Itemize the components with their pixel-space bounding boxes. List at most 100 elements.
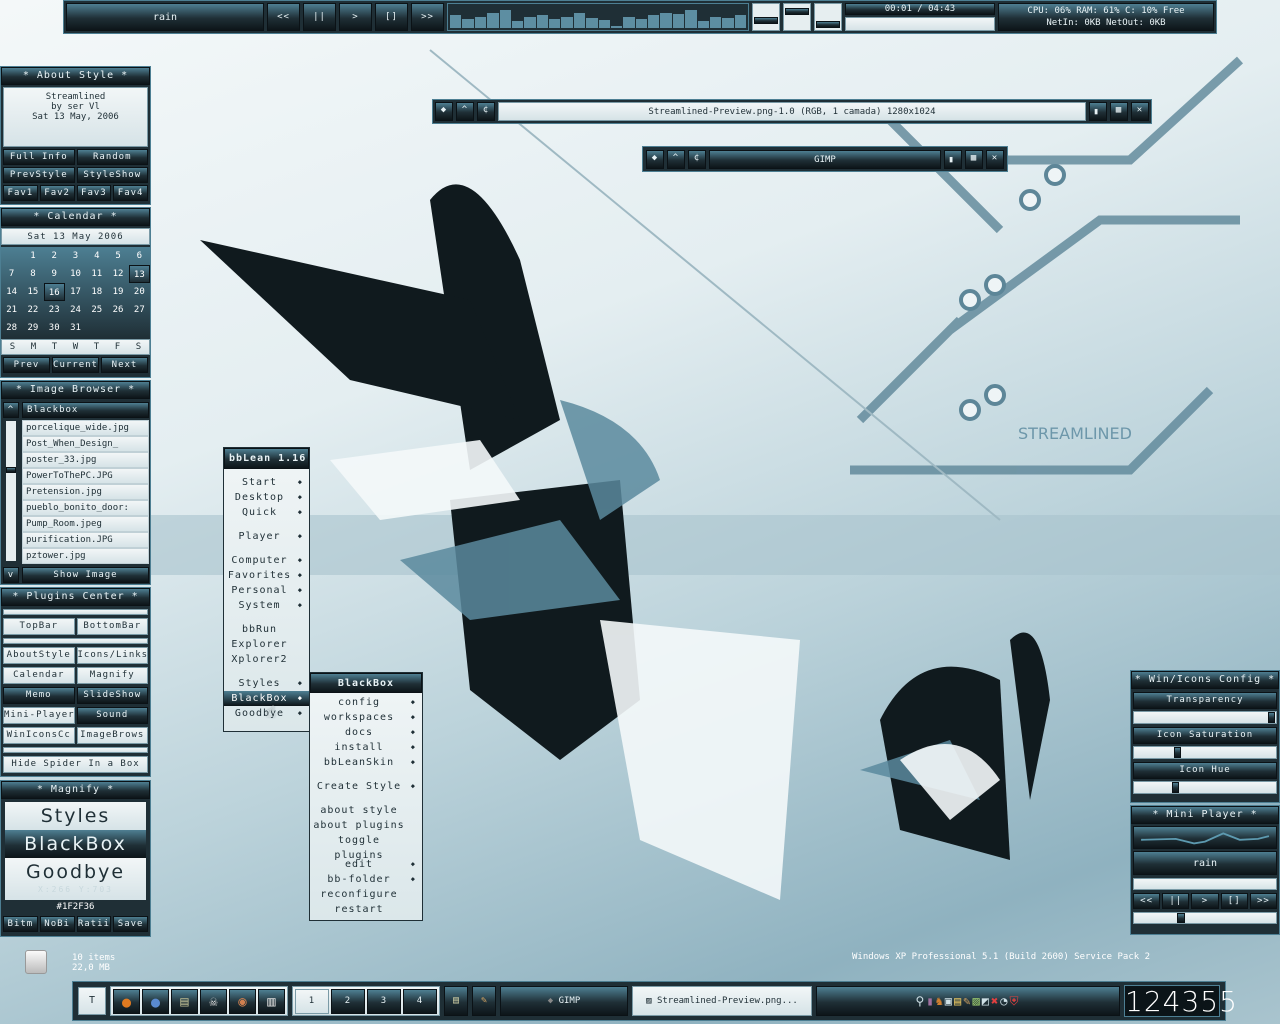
volume-slider[interactable] bbox=[814, 3, 842, 31]
calendar-day-31[interactable]: 31 bbox=[65, 319, 86, 337]
calendar-day-26[interactable]: 26 bbox=[107, 301, 128, 319]
plugin-imagebrows-button[interactable]: ImageBrows bbox=[76, 727, 148, 744]
menu-item-favorites[interactable]: Favorites ◆ bbox=[224, 568, 309, 583]
calendar-day-24[interactable]: 24 bbox=[65, 301, 86, 319]
menu-item-personal[interactable]: Personal ◆ bbox=[224, 583, 309, 598]
calendar-next-button[interactable]: Next bbox=[101, 357, 148, 373]
submenu-item-workspaces[interactable]: workspaces ◆ bbox=[310, 710, 422, 725]
plugin-calendar-button[interactable]: Calendar bbox=[3, 667, 75, 684]
calendar-day-1[interactable]: 1 bbox=[22, 247, 43, 265]
firefox-icon[interactable]: ● bbox=[113, 988, 140, 1014]
tray-folder-icon[interactable]: ▤ bbox=[444, 986, 468, 1016]
trash-icon[interactable] bbox=[25, 950, 47, 974]
tray-icon-chart[interactable]: ▨ bbox=[973, 994, 982, 1008]
folder-name[interactable]: Blackbox bbox=[22, 402, 149, 418]
workspace-3-button[interactable]: 3 bbox=[367, 988, 401, 1014]
volume-slider[interactable] bbox=[783, 3, 811, 31]
calendar-day-5[interactable]: 5 bbox=[107, 247, 128, 265]
shade-icon[interactable]: ^ bbox=[456, 102, 474, 121]
menu-item-player[interactable]: Player ◆ bbox=[224, 529, 309, 544]
transparency-slider-thumb[interactable] bbox=[1268, 712, 1275, 723]
menu-item-styles[interactable]: Styles ◆ bbox=[224, 676, 309, 691]
calendar-day-4[interactable]: 4 bbox=[86, 247, 107, 265]
tray-icon-security[interactable]: ⛨ bbox=[1009, 994, 1020, 1008]
mini-pause-button[interactable]: || bbox=[1162, 893, 1190, 909]
tray-icon-cat[interactable]: ♞ bbox=[936, 994, 945, 1008]
calendar-day-2[interactable]: 2 bbox=[44, 247, 65, 265]
workspace-4-button[interactable]: 4 bbox=[403, 988, 437, 1014]
plugin-bottombar-button[interactable]: BottomBar bbox=[76, 618, 148, 635]
forward-button[interactable]: >> bbox=[411, 3, 444, 31]
window-menu-icon[interactable]: ◆ bbox=[646, 149, 664, 169]
calendar-day-29[interactable]: 29 bbox=[22, 319, 43, 337]
scroll-up-button[interactable]: ^ bbox=[3, 402, 19, 418]
shade-icon[interactable]: ^ bbox=[667, 149, 685, 169]
icon-hue-slider-thumb[interactable] bbox=[1171, 782, 1179, 793]
seek-bar[interactable] bbox=[845, 17, 995, 31]
mini-player-seek[interactable] bbox=[1133, 878, 1277, 890]
calendar-current-button[interactable]: Current bbox=[52, 357, 99, 373]
submenu-item-restart[interactable]: restart bbox=[310, 902, 422, 917]
rewind-button[interactable]: << bbox=[267, 3, 300, 31]
full-info-button[interactable]: Full Info bbox=[3, 149, 75, 165]
file-item[interactable]: Pump_Room.jpeg bbox=[22, 516, 149, 532]
plugin-topbar-button[interactable]: TopBar bbox=[3, 618, 75, 635]
document-search-icon[interactable]: ▥ bbox=[258, 988, 285, 1014]
minimize-icon[interactable]: ▖ bbox=[1089, 102, 1107, 121]
tray-tools-icon[interactable]: ✎ bbox=[472, 986, 496, 1016]
task-gimp[interactable]: ◆ GIMP bbox=[500, 986, 628, 1016]
plugin-mini-player-button[interactable]: Mini-Player bbox=[3, 707, 75, 724]
file-item[interactable]: purification.JPG bbox=[22, 532, 149, 548]
bitmap-button[interactable]: Bitm bbox=[3, 916, 38, 932]
file-item[interactable]: Post_When_Design_ bbox=[22, 436, 149, 452]
submenu-item-bbleanskin[interactable]: bbLeanSkin ◆ bbox=[310, 755, 422, 770]
calendar-day-16[interactable]: 16 bbox=[43, 283, 65, 301]
calendar-day-21[interactable]: 21 bbox=[1, 301, 22, 319]
tray-icon-disconnected[interactable]: ✖ bbox=[991, 994, 1000, 1008]
close-icon[interactable]: ✕ bbox=[986, 149, 1004, 169]
tray-icon-pencil[interactable]: ✎ bbox=[963, 994, 972, 1008]
icon-saturation-slider-thumb[interactable] bbox=[1174, 747, 1182, 758]
window-menu-icon[interactable]: ◆ bbox=[435, 102, 453, 121]
calendar-day-27[interactable]: 27 bbox=[129, 301, 150, 319]
calendar-day-17[interactable]: 17 bbox=[65, 283, 86, 301]
gimp-window-titlebar[interactable]: ◆ ^ ¢ GIMP ▖ ▦ ✕ bbox=[642, 146, 1008, 172]
file-item[interactable]: pueblo_bonito_door: bbox=[22, 500, 149, 516]
menu-item-explorer[interactable]: Explorer bbox=[224, 637, 309, 652]
mini-player-volume[interactable] bbox=[1133, 912, 1277, 924]
scroll-down-button[interactable]: v bbox=[3, 567, 19, 583]
sticky-icon[interactable]: ¢ bbox=[477, 102, 495, 121]
icon-hue-slider[interactable] bbox=[1133, 781, 1277, 794]
menu-item-start[interactable]: Start ◆ bbox=[224, 475, 309, 490]
submenu-item-about-plugins[interactable]: about plugins bbox=[310, 818, 422, 833]
calendar-day-15[interactable]: 15 bbox=[22, 283, 43, 301]
stop-button[interactable]: [] bbox=[375, 3, 408, 31]
submenu-item-config[interactable]: config ◆ bbox=[310, 695, 422, 710]
calendar-day-23[interactable]: 23 bbox=[44, 301, 65, 319]
scrollbar-track[interactable] bbox=[5, 420, 17, 562]
menu-item-desktop[interactable]: Desktop ◆ bbox=[224, 490, 309, 505]
file-item[interactable]: porcelique_wide.jpg bbox=[22, 420, 149, 436]
toggle-button[interactable]: T bbox=[78, 987, 106, 1015]
style-show-button[interactable]: StyleShow bbox=[76, 167, 148, 183]
nobi-button[interactable]: NoBi bbox=[39, 916, 75, 932]
volume-slider-thumb[interactable] bbox=[816, 21, 840, 29]
calendar-day-18[interactable]: 18 bbox=[86, 283, 107, 301]
calendar-day-10[interactable]: 10 bbox=[65, 265, 86, 283]
play-button[interactable]: > bbox=[339, 3, 372, 31]
calendar-day-7[interactable]: 7 bbox=[1, 265, 22, 283]
menu-item-computer[interactable]: Computer ◆ bbox=[224, 553, 309, 568]
prev-style-button[interactable]: PrevStyle bbox=[3, 167, 75, 183]
mini-player-volume-thumb[interactable] bbox=[1176, 913, 1185, 923]
fav4-button[interactable]: Fav4 bbox=[113, 185, 148, 201]
submenu-item-docs[interactable]: docs ◆ bbox=[310, 725, 422, 740]
eye-icon[interactable]: ◉ bbox=[229, 988, 256, 1014]
thunderbird-icon[interactable]: ● bbox=[142, 988, 169, 1014]
mini-stop-button[interactable]: [] bbox=[1220, 893, 1248, 909]
mini-play-button[interactable]: > bbox=[1191, 893, 1219, 909]
alien-icon[interactable]: ☠ bbox=[200, 988, 227, 1014]
close-icon[interactable]: ✕ bbox=[1131, 102, 1149, 121]
plugin-magnify-button[interactable]: Magnify bbox=[76, 667, 148, 684]
submenu-item-edit[interactable]: edit ◆ bbox=[310, 857, 422, 872]
show-image-button[interactable]: Show Image bbox=[22, 567, 149, 583]
